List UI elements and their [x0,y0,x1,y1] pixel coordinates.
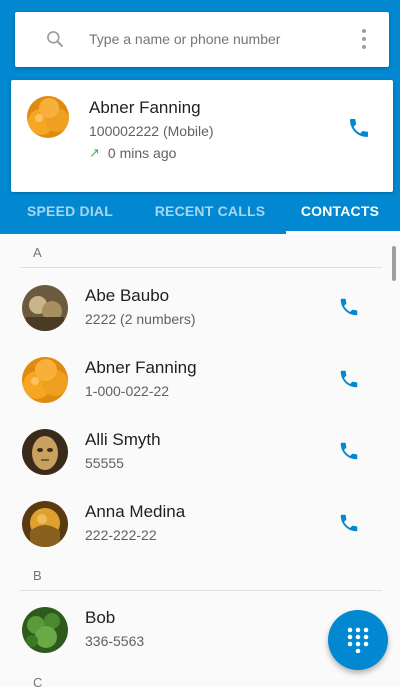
contact-detail: 336-5563 [85,633,145,649]
phone-icon[interactable] [338,368,360,390]
search-placeholder[interactable]: Type a name or phone number [89,12,280,67]
contact-detail: 55555 [85,455,124,471]
contact-row[interactable]: Alli Smyth 55555 [0,418,400,490]
contact-detail: 222-222-22 [85,527,157,543]
avatar [22,429,68,475]
tab-recent-calls[interactable]: RECENT CALLS [140,192,280,234]
dialpad-button[interactable] [328,610,388,670]
outgoing-call-arrow-icon: ↗ [89,145,100,160]
recent-call-name: Abner Fanning [89,98,201,117]
dialpad-icon [347,627,369,653]
header-panel: Type a name or phone number Abner Fannin… [0,0,400,234]
recent-call-card[interactable]: Abner Fanning 100002222 (Mobile) ↗ 0 min… [11,80,393,192]
phone-icon[interactable] [338,440,360,462]
section-header-a: A [33,245,42,260]
tab-contacts[interactable]: CONTACTS [280,192,400,234]
divider [20,267,382,268]
search-bar[interactable]: Type a name or phone number [15,12,389,67]
tab-bar: SPEED DIAL RECENT CALLS CONTACTS [0,192,400,234]
contact-row[interactable]: Anna Medina 222-222-22 [0,490,400,562]
contact-row[interactable]: Abe Baubo 2222 (2 numbers) [0,274,400,346]
tab-speed-dial[interactable]: SPEED DIAL [0,192,140,234]
avatar [22,607,68,653]
more-vert-icon[interactable] [361,28,367,50]
phone-icon[interactable] [338,512,360,534]
contact-name: Anna Medina [85,502,186,521]
avatar [27,96,69,138]
recent-call-time-text: 0 mins ago [107,145,177,161]
recent-call-number: 100002222 (Mobile) [89,123,214,139]
contact-name: Abe Baubo [85,286,170,305]
avatar [22,285,68,331]
recent-call-time: ↗ 0 mins ago [89,145,176,161]
section-header-c: C [33,675,43,687]
phone-icon[interactable] [347,116,371,140]
contact-row[interactable]: Abner Fanning 1-000-022-22 [0,346,400,418]
contact-name: Bob [85,608,116,627]
avatar [22,357,68,403]
contact-detail: 2222 (2 numbers) [85,311,196,327]
divider [20,590,382,591]
avatar [22,501,68,547]
contact-detail: 1-000-022-22 [85,383,170,399]
section-header-b: B [33,568,42,583]
phone-icon[interactable] [338,296,360,318]
search-icon [47,31,64,48]
contact-name: Alli Smyth [85,430,161,449]
contact-name: Abner Fanning [85,358,197,377]
